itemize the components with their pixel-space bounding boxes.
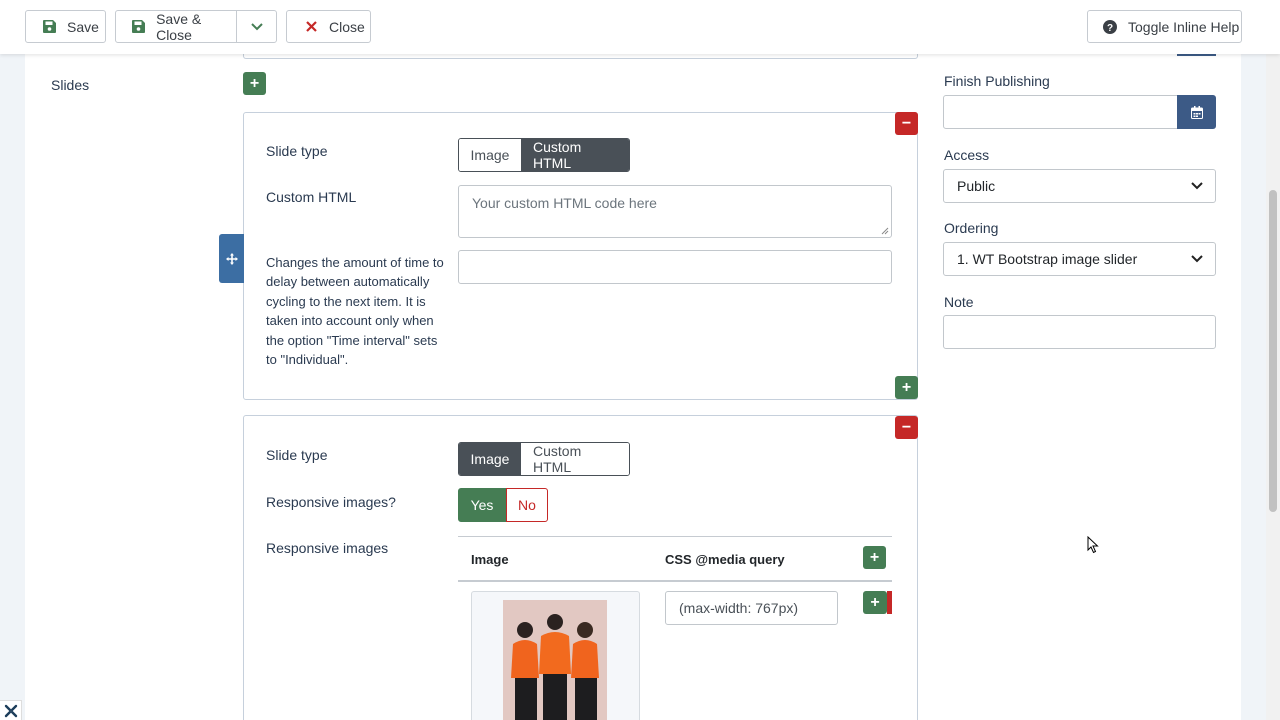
- svg-text:?: ?: [1107, 23, 1113, 34]
- slide-2-type-toggle: Image Custom HTML: [458, 442, 630, 476]
- toggle-inline-help-label: Toggle Inline Help: [1128, 18, 1240, 35]
- chevron-down-icon: [250, 22, 263, 30]
- access-value: Public: [957, 178, 996, 194]
- access-label: Access: [944, 147, 990, 163]
- toggle-inline-help-button[interactable]: ? Toggle Inline Help: [1087, 10, 1242, 43]
- add-row-button[interactable]: +: [863, 591, 887, 614]
- save-close-label: Save & Close: [156, 10, 202, 43]
- close-icon: [303, 19, 319, 35]
- save-icon: [41, 19, 57, 35]
- question-circle-icon: ?: [1102, 19, 1118, 35]
- close-button[interactable]: Close: [286, 10, 371, 43]
- add-slide-after-1-button[interactable]: +: [895, 376, 918, 399]
- drag-handle[interactable]: [219, 234, 244, 283]
- save-icon: [131, 19, 146, 35]
- mouse-cursor-icon: [1087, 536, 1099, 554]
- slide-1-html-textarea[interactable]: Your custom HTML code here: [458, 185, 892, 238]
- plus-icon: +: [869, 548, 880, 566]
- finish-publishing-input[interactable]: [943, 95, 1179, 129]
- slide-1-html-label: Custom HTML: [266, 189, 357, 205]
- move-icon: [225, 252, 238, 265]
- access-select[interactable]: Public: [943, 169, 1216, 203]
- plus-icon: +: [901, 378, 912, 396]
- table-top-divider: [458, 536, 892, 537]
- joomla-logo-icon: [0, 700, 22, 720]
- save-dropdown-toggle[interactable]: [236, 10, 277, 43]
- plus-icon: +: [249, 74, 260, 92]
- kids-photo-image: [503, 600, 607, 720]
- table-header-media-query: CSS @media query: [665, 552, 785, 567]
- save-button[interactable]: Save: [25, 10, 106, 43]
- slides-label: Slides: [51, 77, 90, 93]
- slide-2-type-custom-html[interactable]: Custom HTML: [521, 443, 629, 475]
- plus-icon: +: [870, 593, 880, 611]
- slide-image-thumbnail: [503, 600, 607, 720]
- media-query-input[interactable]: (max-width: 767px): [665, 591, 838, 625]
- table-header-divider: [458, 580, 892, 582]
- slide-2-type-image[interactable]: Image: [459, 443, 521, 475]
- slide-1-interval-input[interactable]: [458, 250, 892, 284]
- page-scrollbar[interactable]: [1266, 54, 1280, 720]
- add-responsive-image-button[interactable]: +: [863, 546, 886, 569]
- ordering-label: Ordering: [944, 220, 999, 236]
- calendar-icon: [1190, 105, 1203, 119]
- save-close-button[interactable]: Save & Close: [115, 10, 237, 43]
- slide-2-responsive-toggle: Yes No: [458, 488, 548, 522]
- note-label: Note: [944, 294, 974, 310]
- responsive-yes-button[interactable]: Yes: [458, 488, 506, 522]
- ordering-value: 1. WT Bootstrap image slider: [957, 251, 1138, 267]
- remove-slide-1-button[interactable]: −: [895, 112, 918, 135]
- slide-1-type-custom-html[interactable]: Custom HTML: [521, 139, 629, 171]
- toolbar: Save Save & Close Close ? Toggle Inline …: [0, 0, 1280, 54]
- finish-publishing-label: Finish Publishing: [944, 73, 1050, 89]
- chevron-down-icon: [1191, 255, 1203, 263]
- ordering-select[interactable]: 1. WT Bootstrap image slider: [943, 242, 1216, 276]
- minus-icon: −: [901, 114, 912, 132]
- remove-slide-2-button[interactable]: −: [895, 416, 918, 439]
- remove-row-button[interactable]: [887, 591, 892, 614]
- slide-1-type-label: Slide type: [266, 143, 328, 159]
- save-label: Save: [67, 18, 99, 35]
- slide-2-responsive-label: Responsive images?: [266, 494, 396, 510]
- minus-icon: −: [901, 418, 912, 436]
- chevron-down-icon: [1191, 182, 1203, 190]
- note-input[interactable]: [943, 315, 1216, 349]
- slide-2-responsive-images-label: Responsive images: [266, 540, 389, 556]
- finish-publishing-calendar-button[interactable]: [1177, 95, 1216, 129]
- resize-grip-icon: [881, 227, 889, 235]
- add-slide-button[interactable]: +: [243, 72, 266, 95]
- slide-1-html-placeholder: Your custom HTML code here: [472, 195, 657, 211]
- slide-1-type-image[interactable]: Image: [459, 139, 521, 171]
- close-label: Close: [329, 18, 365, 35]
- responsive-no-button[interactable]: No: [506, 488, 548, 522]
- start-publishing-calendar-edge: [1177, 54, 1216, 56]
- slide-2-type-label: Slide type: [266, 447, 328, 463]
- slide-1-type-toggle: Image Custom HTML: [458, 138, 630, 172]
- scrollbar-thumb[interactable]: [1269, 190, 1277, 512]
- table-header-image: Image: [471, 552, 509, 567]
- slide-1-interval-description: Changes the amount of time to delay betw…: [266, 255, 444, 368]
